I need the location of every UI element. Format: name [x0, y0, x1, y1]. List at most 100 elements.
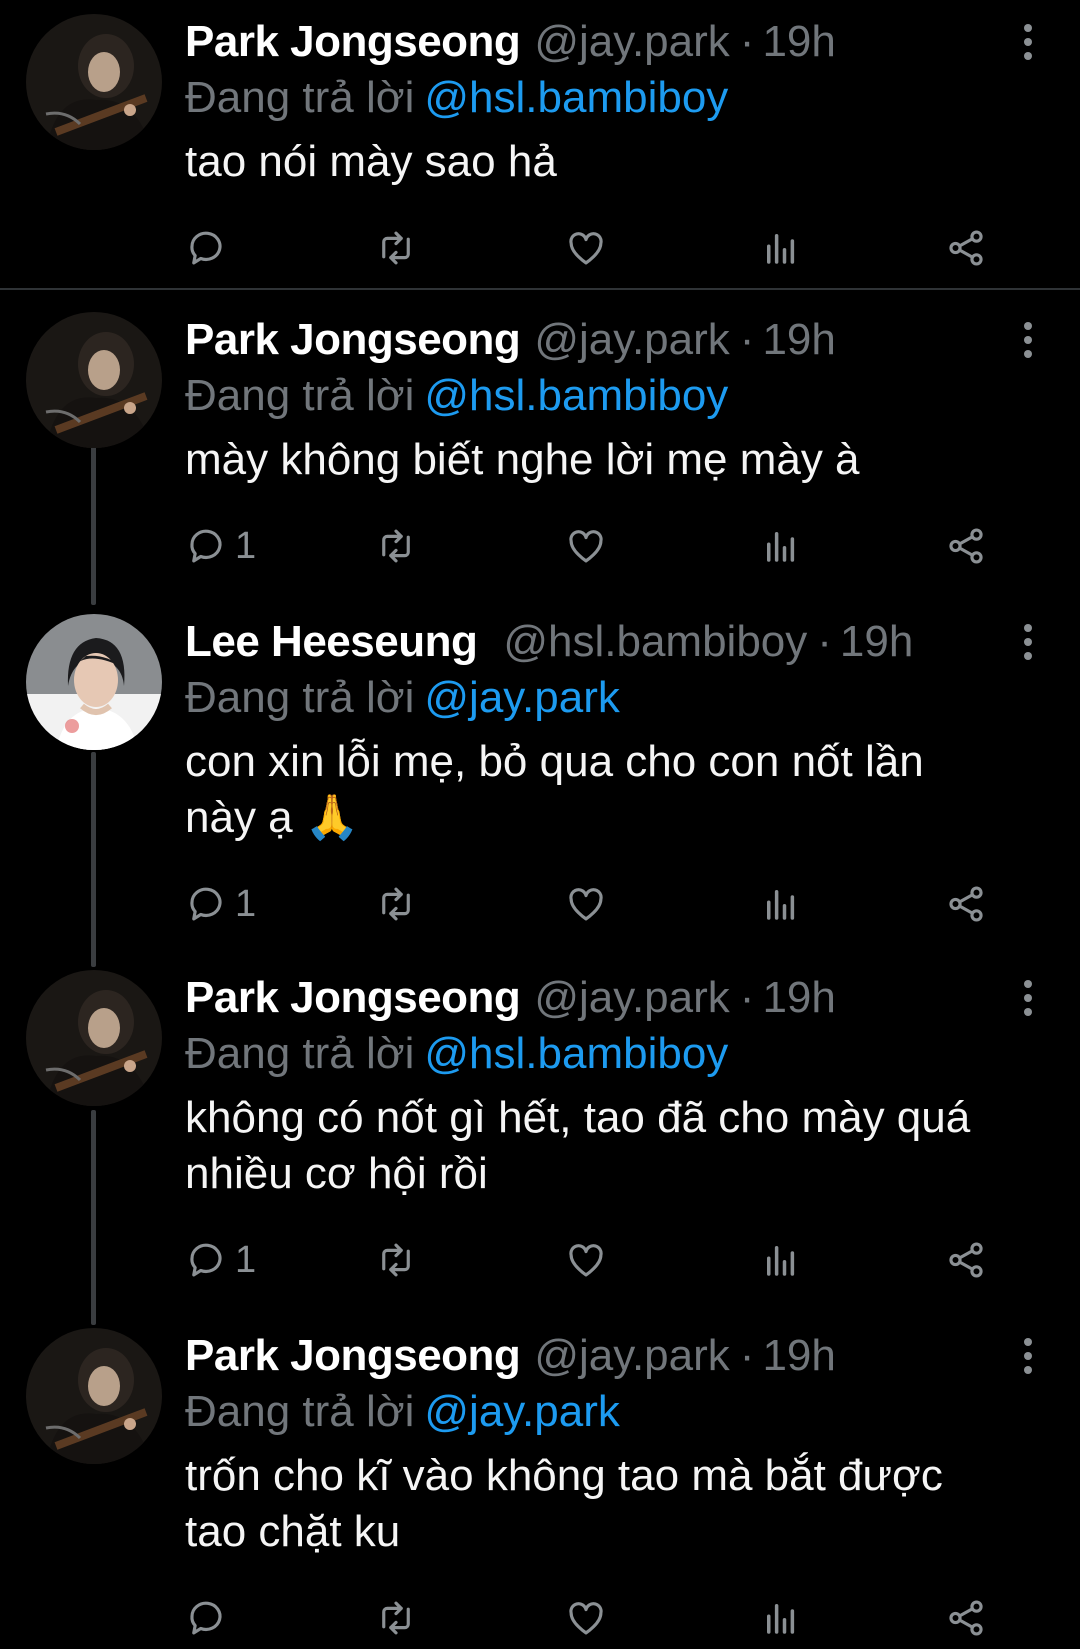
views-button[interactable] — [760, 880, 802, 928]
author-handle[interactable]: @jay.park — [534, 1328, 729, 1384]
author-handle[interactable]: @jay.park — [534, 970, 729, 1026]
reply-icon — [185, 883, 227, 925]
reply-button[interactable] — [185, 1594, 235, 1642]
tweet-text: không có nốt gì hết, tao đã cho mày quá … — [185, 1093, 971, 1198]
separator-dot: · — [739, 1331, 755, 1380]
separator-dot: · — [739, 17, 755, 66]
views-button[interactable] — [760, 1236, 802, 1284]
views-icon — [760, 227, 802, 269]
avatar[interactable] — [26, 970, 162, 1106]
reply-count: 1 — [235, 1238, 257, 1281]
avatar[interactable] — [26, 312, 162, 448]
replying-to-line: Đang trả lời @jay.park — [185, 670, 1040, 726]
author-name[interactable]: Park Jongseong — [185, 1328, 521, 1384]
replying-to-line: Đang trả lời @hsl.bambiboy — [185, 368, 1040, 424]
reply-icon — [185, 1239, 227, 1281]
replying-label: Đang trả lời — [185, 1387, 415, 1436]
avatar[interactable] — [26, 1328, 162, 1464]
reply-button[interactable]: 1 — [185, 1236, 256, 1284]
heart-icon — [565, 227, 607, 269]
share-button[interactable] — [945, 880, 987, 928]
retweet-icon — [375, 883, 417, 925]
tweet-actions: 1 — [185, 522, 1020, 570]
views-button[interactable] — [760, 522, 802, 570]
retweet-button[interactable] — [375, 1594, 417, 1642]
share-button[interactable] — [945, 1594, 987, 1642]
retweet-icon — [375, 1597, 417, 1639]
like-button[interactable] — [565, 1236, 607, 1284]
retweet-button[interactable] — [375, 522, 417, 570]
thread-line — [91, 440, 96, 605]
timestamp[interactable]: 19h — [762, 14, 835, 70]
views-icon — [760, 525, 802, 567]
like-button[interactable] — [565, 1594, 607, 1642]
reply-icon — [185, 1597, 227, 1639]
separator-dot: · — [739, 973, 755, 1022]
like-button[interactable] — [565, 224, 607, 272]
reply-button[interactable]: 1 — [185, 522, 256, 570]
replying-label: Đang trả lời — [185, 371, 415, 420]
tweet-text: mày không biết nghe lời mẹ mày à — [185, 435, 860, 484]
replying-to-link[interactable]: @jay.park — [424, 673, 619, 722]
separator-dot: · — [739, 315, 755, 364]
author-name[interactable]: Lee Heeseung — [185, 614, 478, 670]
replying-to-link[interactable]: @hsl.bambiboy — [424, 371, 728, 420]
tweet-text: trốn cho kĩ vào không tao mà bắt được ta… — [185, 1451, 943, 1556]
retweet-icon — [375, 1239, 417, 1281]
more-icon[interactable] — [1016, 978, 1040, 1018]
author-handle[interactable]: @jay.park — [534, 14, 729, 70]
replying-to-link[interactable]: @hsl.bambiboy — [424, 73, 728, 122]
views-icon — [760, 1239, 802, 1281]
tweet-actions — [185, 1594, 1020, 1642]
reply-count: 1 — [235, 524, 257, 567]
retweet-button[interactable] — [375, 224, 417, 272]
tweet-text: tao nói mày sao hả — [185, 137, 557, 186]
like-button[interactable] — [565, 880, 607, 928]
retweet-button[interactable] — [375, 1236, 417, 1284]
reply-button[interactable] — [185, 224, 235, 272]
share-button[interactable] — [945, 224, 987, 272]
views-button[interactable] — [760, 224, 802, 272]
thread-line — [91, 752, 96, 967]
avatar[interactable] — [26, 14, 162, 150]
replying-to-link[interactable]: @hsl.bambiboy — [424, 1029, 728, 1078]
author-name[interactable]: Park Jongseong — [185, 312, 521, 368]
author-name[interactable]: Park Jongseong — [185, 970, 521, 1026]
timestamp[interactable]: 19h — [762, 1328, 835, 1384]
retweet-button[interactable] — [375, 880, 417, 928]
timestamp[interactable]: 19h — [840, 614, 913, 670]
avatar[interactable] — [26, 614, 162, 750]
more-icon[interactable] — [1016, 1336, 1040, 1376]
reply-button[interactable]: 1 — [185, 880, 256, 928]
more-icon[interactable] — [1016, 22, 1040, 62]
reply-icon — [185, 525, 227, 567]
timestamp[interactable]: 19h — [762, 970, 835, 1026]
author-name[interactable]: Park Jongseong — [185, 14, 521, 70]
replying-to-line: Đang trả lời @jay.park — [185, 1384, 1040, 1440]
replying-to-link[interactable]: @jay.park — [424, 1387, 619, 1436]
share-button[interactable] — [945, 522, 987, 570]
heart-icon — [565, 1597, 607, 1639]
author-handle[interactable]: @jay.park — [534, 312, 729, 368]
replying-label: Đang trả lời — [185, 1029, 415, 1078]
timestamp[interactable]: 19h — [762, 312, 835, 368]
replying-to-line: Đang trả lời @hsl.bambiboy — [185, 70, 1040, 126]
separator-dot: · — [817, 617, 832, 666]
replying-to-line: Đang trả lời @hsl.bambiboy — [185, 1026, 1040, 1082]
tweet-text: con xin lỗi mẹ, bỏ qua cho con nốt lần n… — [185, 737, 924, 842]
share-button[interactable] — [945, 1236, 987, 1284]
more-icon[interactable] — [1016, 320, 1040, 360]
like-button[interactable] — [565, 522, 607, 570]
reply-icon — [185, 227, 227, 269]
retweet-icon — [375, 525, 417, 567]
tweet-actions — [185, 224, 1020, 272]
reply-count: 1 — [235, 882, 257, 925]
views-button[interactable] — [760, 1594, 802, 1642]
replying-label: Đang trả lời — [185, 73, 415, 122]
author-handle[interactable]: @hsl.bambiboy — [503, 614, 807, 670]
more-icon[interactable] — [1016, 622, 1040, 662]
share-icon — [945, 227, 987, 269]
share-icon — [945, 1239, 987, 1281]
views-icon — [760, 883, 802, 925]
share-icon — [945, 525, 987, 567]
